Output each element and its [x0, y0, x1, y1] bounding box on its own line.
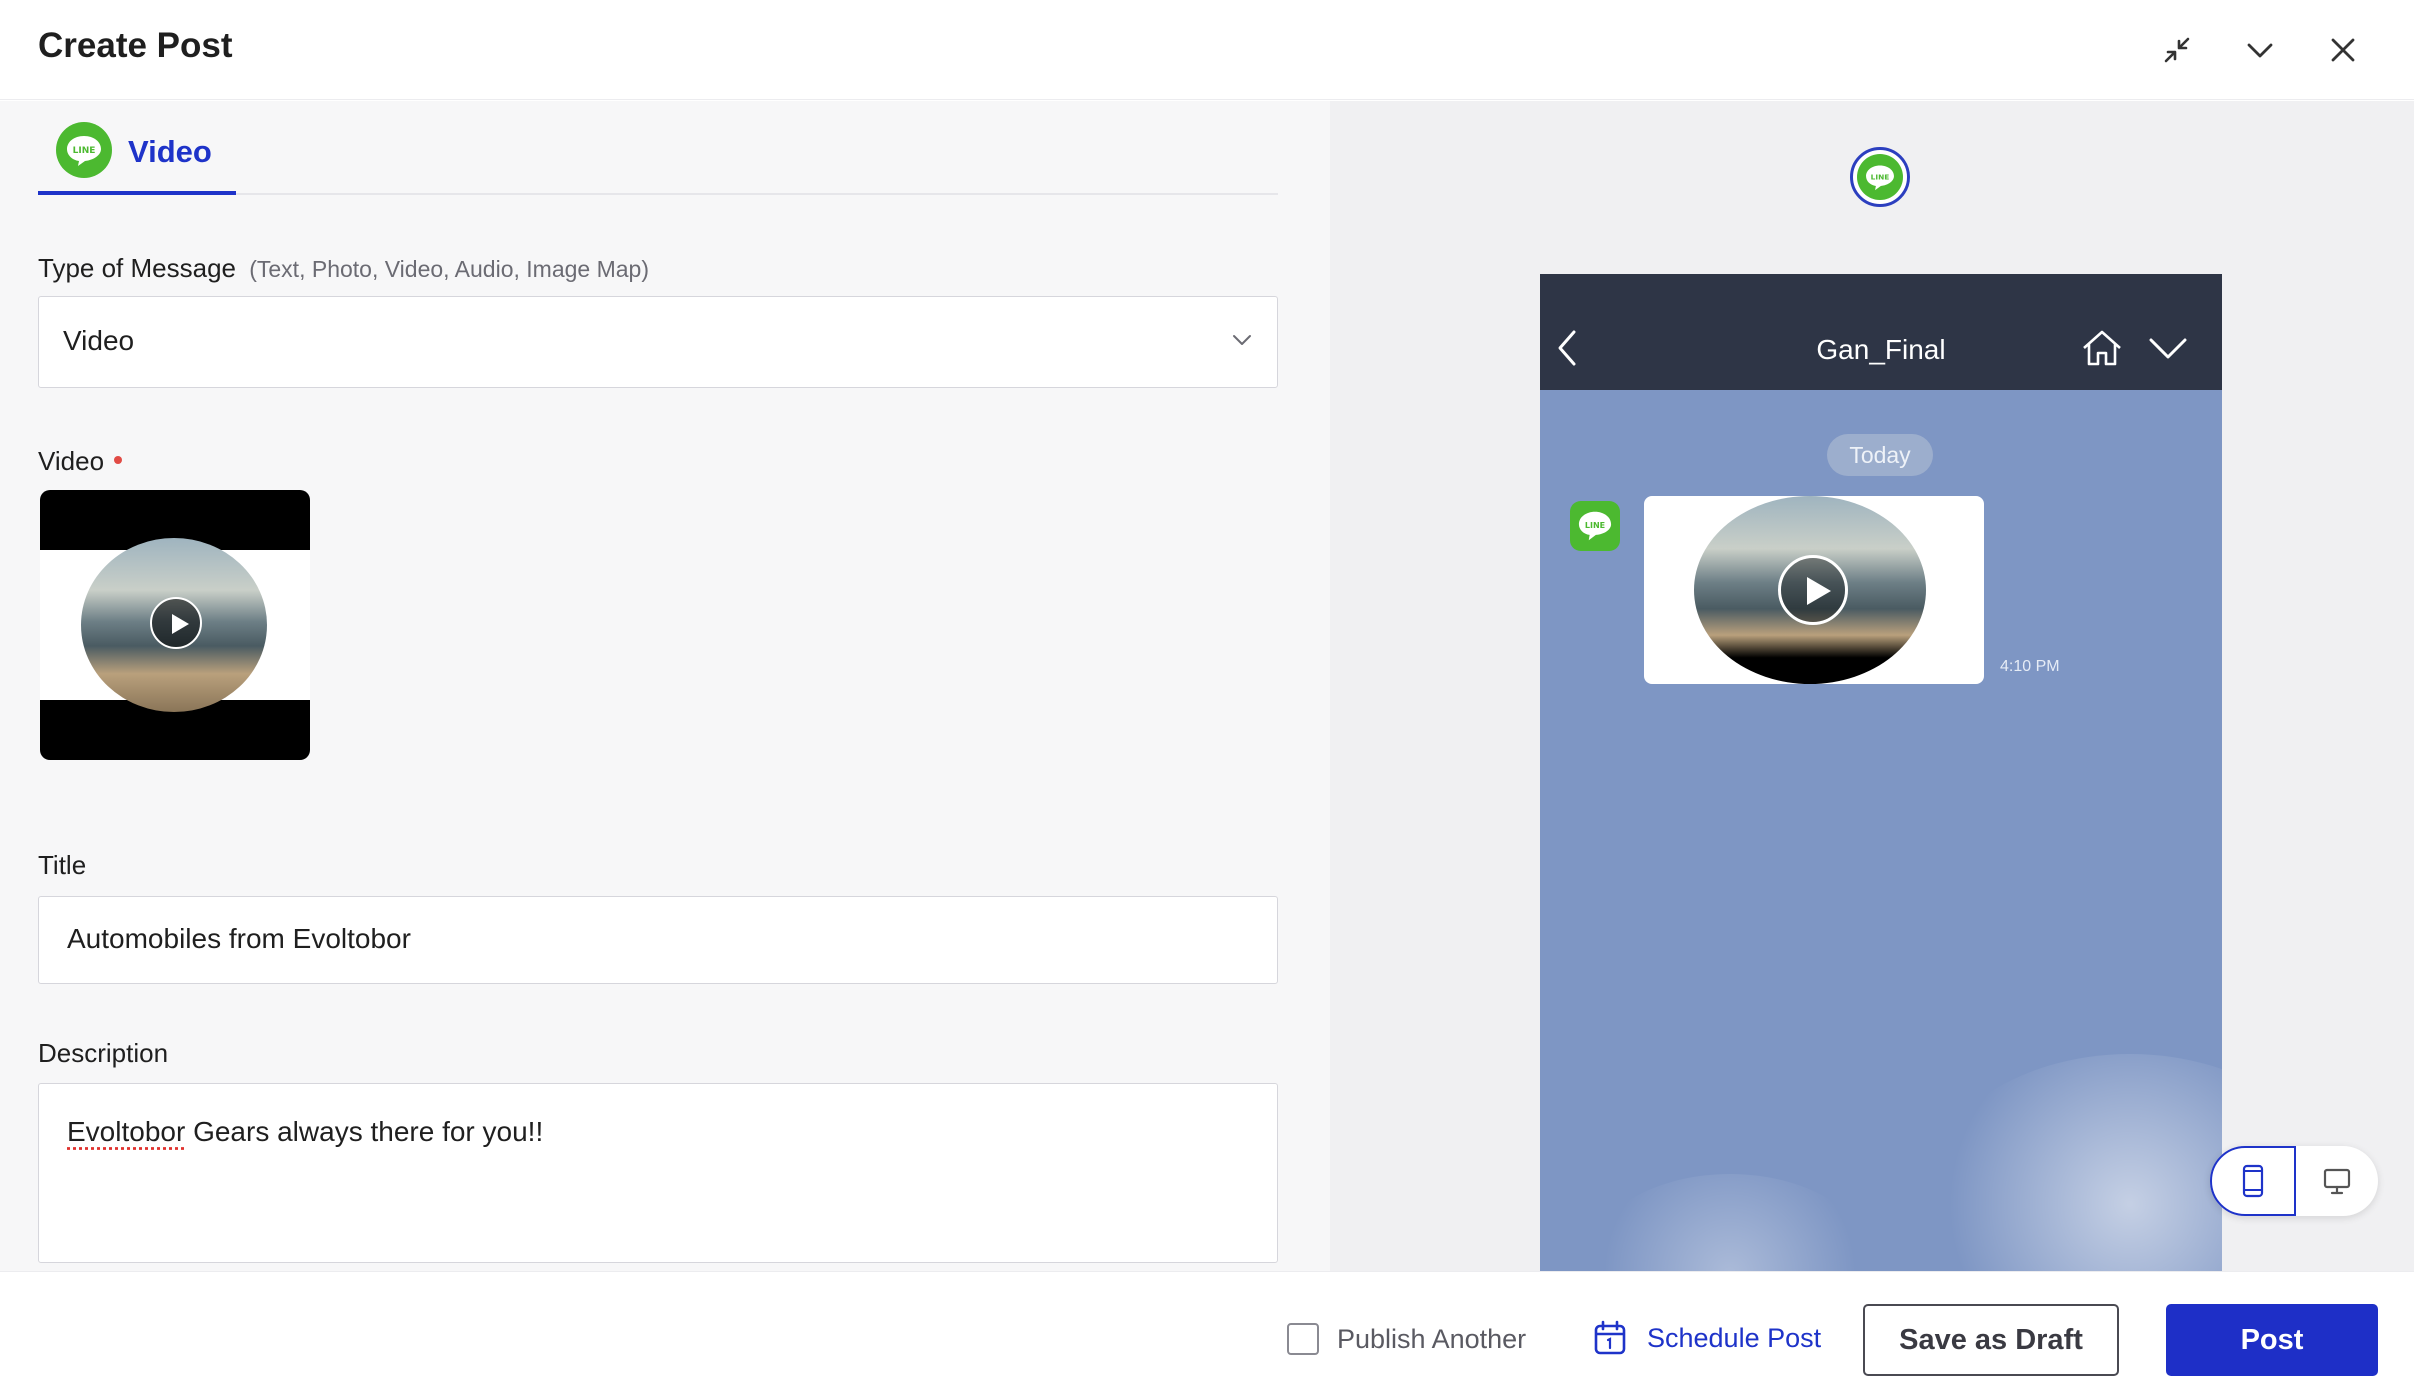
page-title: Create Post	[38, 26, 233, 65]
title-input[interactable]: Automobiles from Evoltobor	[38, 896, 1278, 984]
cloud-decoration	[1920, 1054, 2222, 1271]
play-icon[interactable]	[150, 597, 202, 649]
play-icon[interactable]	[1778, 555, 1848, 625]
description-value: Evoltobor Gears always there for you!!	[67, 1116, 543, 1148]
preview-pane: LINE Gan_Final Today LINE 4:10 PM	[1330, 101, 2414, 1271]
line-icon: LINE	[1570, 501, 1620, 551]
svg-text:LINE: LINE	[73, 146, 96, 156]
title-label: Title	[38, 850, 87, 880]
tab-video-label: Video	[128, 134, 212, 169]
collapse-button[interactable]	[2238, 28, 2282, 72]
desktop-icon	[2323, 1168, 2351, 1195]
chevron-down-icon	[1233, 335, 1251, 345]
description-label: Description	[38, 1038, 169, 1068]
network-tabs: LINE Video	[38, 101, 1278, 195]
calendar-icon	[1594, 1320, 1626, 1355]
date-badge: Today	[1827, 434, 1933, 476]
publish-another-label: Publish Another	[1337, 1323, 1527, 1354]
svg-text:LINE: LINE	[1585, 521, 1605, 530]
video-message-bubble[interactable]	[1644, 496, 1984, 684]
description-rest: Gears always there for you!!	[185, 1116, 544, 1147]
publish-another: Publish Another	[1287, 1323, 1526, 1355]
video-label: Video	[38, 446, 123, 477]
mobile-view-button[interactable]	[2210, 1146, 2296, 1216]
message-type-value: Video	[63, 325, 135, 356]
editor-pane: LINE Video Type of Message (Text, Photo,…	[0, 101, 1330, 1271]
required-indicator	[114, 456, 123, 465]
line-icon: LINE	[56, 122, 112, 183]
post-button[interactable]: Post	[2166, 1304, 2378, 1376]
message-type-label-text: Type of Message	[38, 253, 236, 283]
desktop-view-button[interactable]	[2296, 1146, 2378, 1216]
publish-another-checkbox[interactable]	[1287, 1323, 1319, 1355]
message-time: 4:10 PM	[2000, 658, 2060, 675]
misspelled-word: Evoltobor	[67, 1116, 186, 1147]
schedule-post-button[interactable]: Schedule Post	[1593, 1320, 1821, 1356]
header: Create Post	[0, 0, 2414, 100]
chevron-down-icon	[2149, 338, 2187, 359]
line-icon: LINE	[1857, 154, 1903, 200]
phone-header: Gan_Final	[1540, 274, 2222, 390]
message-type-label: Type of Message (Text, Photo, Video, Aud…	[38, 253, 649, 284]
mobile-icon	[2242, 1164, 2264, 1198]
svg-text:LINE: LINE	[1871, 172, 1890, 181]
chevron-down-icon	[2247, 43, 2273, 58]
footer: Publish Another Schedule Post Save as Dr…	[0, 1271, 2414, 1392]
description-textarea[interactable]: Evoltobor Gears always there for you!!	[38, 1083, 1278, 1263]
device-toggle	[2210, 1146, 2378, 1216]
close-icon	[2331, 38, 2355, 62]
minimize-button[interactable]	[2155, 28, 2199, 72]
preview-network-icon[interactable]: LINE	[1850, 147, 1910, 207]
message-type-hint: (Text, Photo, Video, Audio, Image Map)	[249, 256, 649, 282]
home-icon	[2083, 330, 2121, 366]
phone-preview: Gan_Final Today LINE 4:10 PM	[1540, 274, 2222, 1271]
close-button[interactable]	[2321, 28, 2365, 72]
cloud-decoration	[1580, 1174, 1880, 1271]
video-thumbnail[interactable]	[40, 490, 310, 760]
tab-video[interactable]: LINE Video	[38, 101, 236, 195]
video-label-text: Video	[38, 446, 105, 476]
message-type-select[interactable]: Video	[38, 296, 1278, 388]
collapse-icon	[2164, 37, 2190, 63]
schedule-post-label: Schedule Post	[1647, 1322, 1822, 1353]
title-input-value: Automobiles from Evoltobor	[67, 923, 411, 954]
save-draft-button[interactable]: Save as Draft	[1863, 1304, 2119, 1376]
